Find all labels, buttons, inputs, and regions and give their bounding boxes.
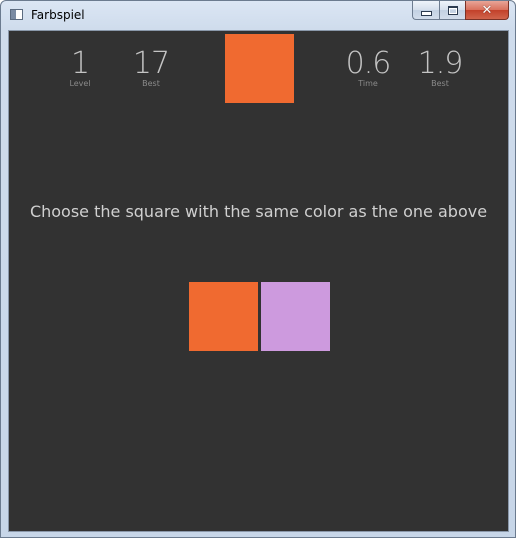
minimize-icon bbox=[420, 10, 432, 16]
choice-square-1[interactable] bbox=[189, 282, 258, 351]
level-best-stat: 17 Best bbox=[111, 46, 191, 89]
level-value: 1 bbox=[70, 46, 90, 81]
instruction-text: Choose the square with the same color as… bbox=[29, 202, 488, 221]
level-label: Level bbox=[69, 79, 91, 88]
time-best-value: 1.9 bbox=[417, 46, 464, 81]
choice-square-2[interactable] bbox=[261, 282, 330, 351]
maximize-button[interactable] bbox=[439, 1, 465, 20]
time-best-stat: 1.9 Best bbox=[400, 46, 480, 89]
maximize-icon bbox=[447, 5, 458, 15]
level-stat: 1 Level bbox=[40, 46, 120, 89]
caption-buttons: ✕ bbox=[412, 1, 509, 20]
target-color-square bbox=[225, 34, 294, 103]
app-window: Farbspiel ✕ 1 Level 17 Best 0.6 Time 1.9… bbox=[0, 0, 516, 538]
level-best-value: 17 bbox=[132, 46, 170, 81]
close-icon: ✕ bbox=[481, 2, 493, 18]
close-button[interactable]: ✕ bbox=[465, 1, 509, 20]
window-title: Farbspiel bbox=[31, 8, 85, 22]
time-label: Time bbox=[358, 79, 378, 88]
time-stat: 0.6 Time bbox=[328, 46, 408, 89]
game-area: 1 Level 17 Best 0.6 Time 1.9 Best Choose… bbox=[8, 30, 509, 532]
time-value: 0.6 bbox=[345, 46, 392, 81]
level-best-label: Best bbox=[142, 79, 160, 88]
window-app-icon[interactable] bbox=[10, 9, 23, 20]
title-bar[interactable]: Farbspiel ✕ bbox=[1, 1, 515, 30]
time-best-label: Best bbox=[431, 79, 449, 88]
minimize-button[interactable] bbox=[412, 1, 439, 20]
